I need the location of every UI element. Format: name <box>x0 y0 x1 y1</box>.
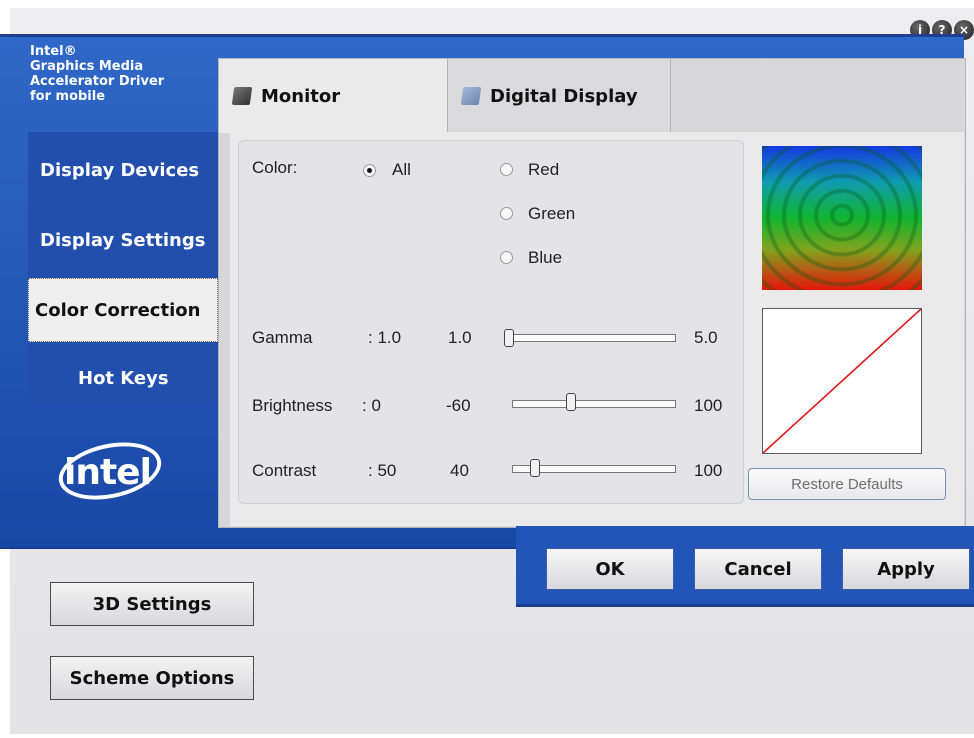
brand-text: Intel® Graphics Media Accelerator Driver… <box>30 44 164 104</box>
gamma-curve-svg <box>762 308 922 454</box>
tab-label: Digital Display <box>490 85 638 107</box>
tab-monitor[interactable]: Monitor <box>219 59 447 133</box>
brand-line-4: for mobile <box>30 89 106 104</box>
gamma-curve-line <box>762 308 922 454</box>
contrast-label: Contrast <box>252 461 317 480</box>
restore-defaults-button[interactable]: Restore Defaults <box>748 468 946 500</box>
3d-settings-button[interactable]: 3D Settings <box>50 582 254 626</box>
sidebar-item-label: Display Devices <box>40 159 200 181</box>
gamma-slider-track[interactable] <box>508 334 676 342</box>
gamma-label: Gamma <box>252 328 313 347</box>
brightness-value: : 0 <box>362 396 381 415</box>
brightness-min: -60 <box>446 396 471 415</box>
digital-display-icon <box>460 87 482 105</box>
contrast-min: 40 <box>450 461 469 480</box>
brand-line-2: Graphics Media <box>30 59 144 74</box>
settings-group-box <box>238 140 744 504</box>
radio-all-label: All <box>392 160 411 179</box>
cancel-button[interactable]: Cancel <box>694 548 822 590</box>
gamma-curve-graph <box>762 308 922 454</box>
brightness-max: 100 <box>694 396 723 415</box>
sidebar-item-color-correction[interactable]: Color Correction <box>28 278 218 342</box>
radio-red[interactable] <box>500 163 513 176</box>
radio-blue-label: Blue <box>528 248 563 267</box>
brand-line-3: Accelerator Driver <box>30 74 165 89</box>
tab-digital-display[interactable]: Digital Display <box>447 59 671 133</box>
radio-green[interactable] <box>500 207 513 220</box>
radio-blue[interactable] <box>500 251 513 264</box>
monitor-icon <box>231 87 253 105</box>
scheme-options-button[interactable]: Scheme Options <box>50 656 254 700</box>
brightness-slider-track[interactable] <box>512 400 676 408</box>
ok-button[interactable]: OK <box>546 548 674 590</box>
radio-all[interactable] <box>363 164 376 177</box>
tab-label: Monitor <box>261 85 341 107</box>
contrast-value: : 50 <box>368 461 397 480</box>
contrast-slider-thumb[interactable] <box>530 459 540 477</box>
apply-button[interactable]: Apply <box>842 548 970 590</box>
gamma-max: 5.0 <box>694 328 718 347</box>
sidebar-nav: Display Devices Display Settings Color C… <box>28 132 218 404</box>
radio-red-label: Red <box>528 160 560 179</box>
sidebar-item-display-devices[interactable]: Display Devices <box>28 138 230 202</box>
brand-line-1: Intel® <box>30 44 77 59</box>
sidebar-item-display-settings[interactable]: Display Settings <box>28 208 230 272</box>
contrast-max: 100 <box>694 461 723 480</box>
radio-green-label: Green <box>528 204 576 223</box>
gamma-slider-thumb[interactable] <box>504 329 514 347</box>
sidebar-item-label: Hot Keys <box>78 367 169 389</box>
brightness-slider-thumb[interactable] <box>566 393 576 411</box>
gamma-value: : 1.0 <box>368 328 402 347</box>
gamma-min: 1.0 <box>448 328 472 347</box>
brightness-label: Brightness <box>252 396 333 415</box>
sidebar-item-label: Display Settings <box>40 229 206 251</box>
intel-logo-text: intel <box>64 452 152 493</box>
sidebar-item-label: Color Correction <box>35 299 201 321</box>
color-preview-image <box>762 146 922 290</box>
color-label: Color: <box>252 158 298 177</box>
